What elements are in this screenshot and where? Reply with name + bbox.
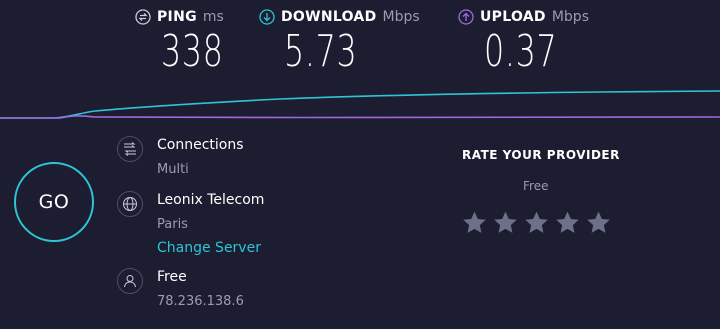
rating-stars xyxy=(462,210,611,235)
upload-graph-line xyxy=(0,115,720,119)
ip-address: 78.236.138.6 xyxy=(157,294,244,309)
download-header: DOWNLOAD Mbps xyxy=(259,6,420,28)
rating-star-icon[interactable] xyxy=(555,210,580,235)
isp-name: Free xyxy=(157,269,187,285)
connections-row: Connections Multi xyxy=(117,136,244,178)
download-value: 5.73 xyxy=(284,26,358,77)
download-label: DOWNLOAD xyxy=(281,9,377,25)
rate-provider-title: RATE YOUR PROVIDER xyxy=(462,148,620,162)
rating-star-icon[interactable] xyxy=(493,210,518,235)
ping-header: PING ms xyxy=(135,6,248,28)
connections-icon xyxy=(117,136,143,162)
rate-provider-name: Free xyxy=(523,179,549,193)
upload-icon xyxy=(458,9,474,25)
server-city: Paris xyxy=(157,217,188,232)
user-row: Free 78.236.138.6 xyxy=(117,268,244,310)
upload-header: UPLOAD Mbps xyxy=(458,6,589,28)
globe-icon xyxy=(117,191,143,217)
upload-value: 0.37 xyxy=(484,26,558,77)
ping-icon xyxy=(135,9,151,25)
download-metric: DOWNLOAD Mbps 5.73 xyxy=(259,6,420,76)
change-server-link[interactable]: Change Server xyxy=(157,240,264,256)
ping-value: 338 xyxy=(161,26,224,77)
upload-unit: Mbps xyxy=(551,9,589,25)
rating-star-icon[interactable] xyxy=(524,210,549,235)
speed-graph xyxy=(0,90,720,119)
connections-value: Multi xyxy=(157,162,189,177)
download-icon xyxy=(259,9,275,25)
download-unit: Mbps xyxy=(382,9,420,25)
ping-unit: ms xyxy=(202,9,224,25)
download-graph-line xyxy=(0,90,720,119)
upload-label: UPLOAD xyxy=(480,9,546,25)
go-button[interactable]: GO xyxy=(14,162,94,242)
server-row: Leonix Telecom Paris Change Server xyxy=(117,191,264,256)
rating-star-icon[interactable] xyxy=(586,210,611,235)
user-icon xyxy=(117,268,143,294)
rating-star-icon[interactable] xyxy=(462,210,487,235)
ping-label: PING xyxy=(157,9,197,25)
server-provider: Leonix Telecom xyxy=(157,192,265,208)
ping-metric: PING ms 338 xyxy=(135,6,248,76)
upload-metric: UPLOAD Mbps 0.37 xyxy=(458,6,589,76)
connections-title: Connections xyxy=(157,137,244,153)
